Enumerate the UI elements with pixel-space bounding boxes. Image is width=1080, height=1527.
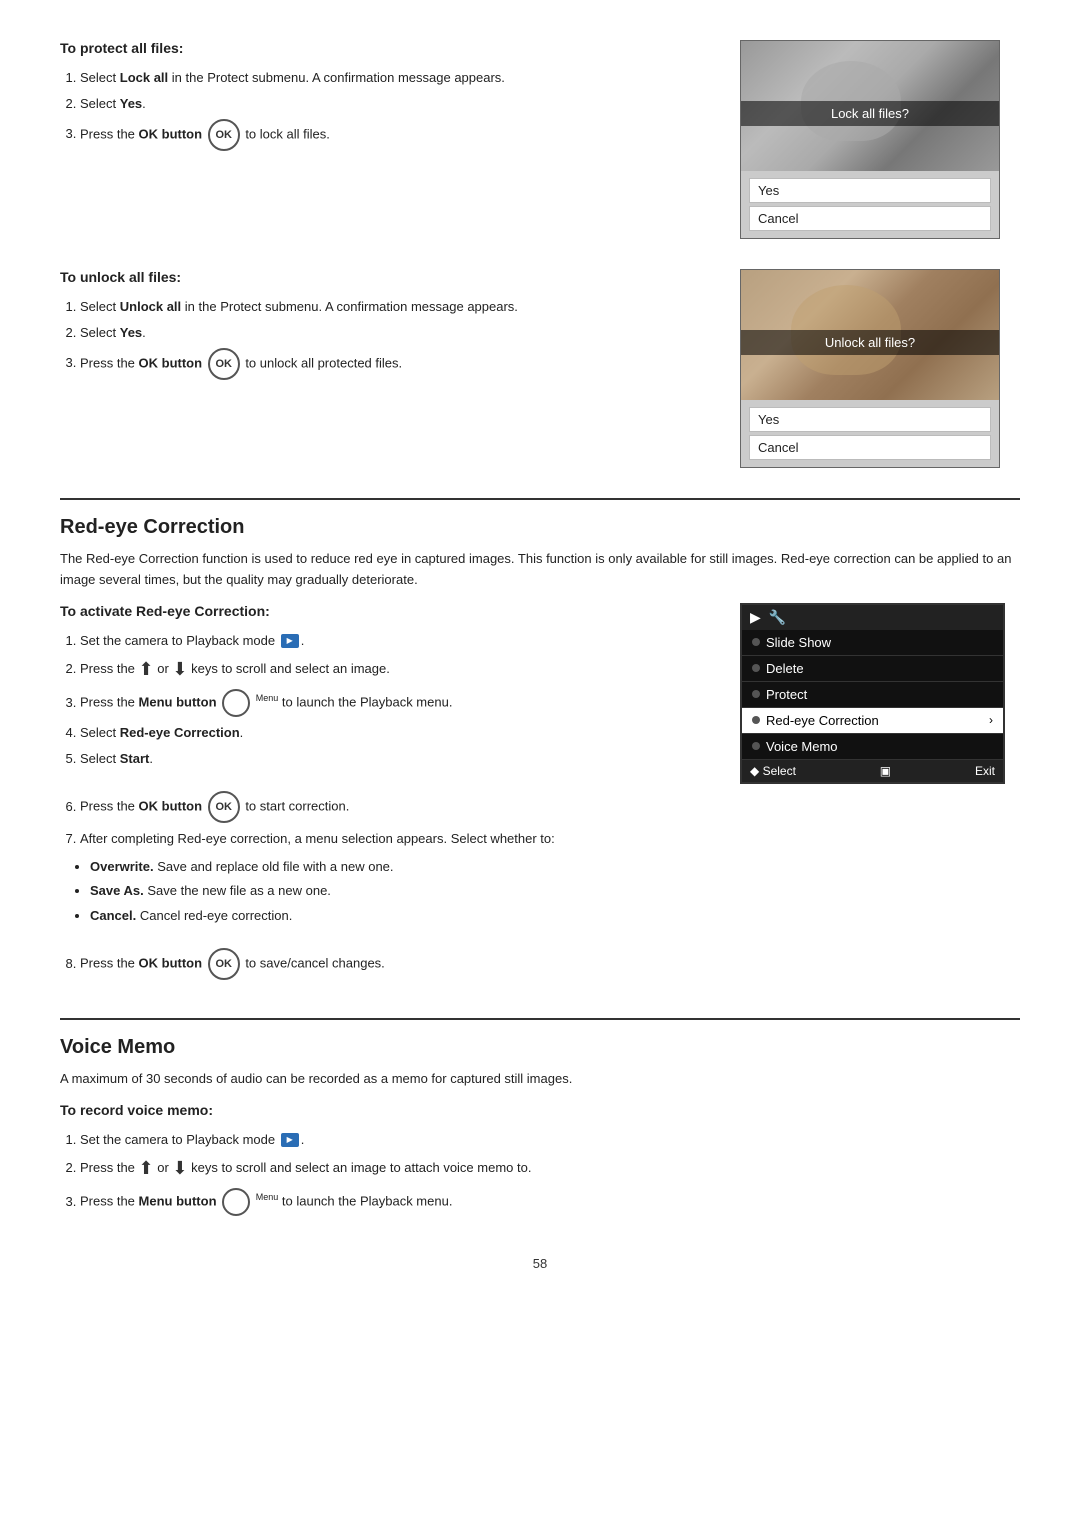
select-label: ◆ Select [750,764,796,778]
menu-item-slideshow-label: Slide Show [766,635,831,650]
ok-button-icon-4: OK [208,948,240,980]
red-eye-step-5: Select Start. [80,749,710,769]
red-eye-bullet-1: Overwrite. Save and replace old file wit… [90,857,710,877]
protect-text-col: To protect all files: Select Lock all in… [60,40,710,239]
unlock-dialog-title: Unlock all files? [741,330,999,355]
red-eye-step-2: Press the ⬆ or ⬇ keys to scroll and sele… [80,656,710,683]
menu-bullet-3 [752,690,760,698]
red-eye-step-6: Press the OK button OK to start correcti… [80,791,710,823]
unlock-yes-btn: Yes [749,407,991,432]
red-eye-main-heading: Red-eye Correction [60,498,1020,539]
menu-button-icon-2 [222,1188,250,1216]
red-eye-step-8: Press the OK button OK to save/cancel ch… [80,948,710,980]
menu-bullet-4 [752,716,760,724]
menu-item-delete-label: Delete [766,661,804,676]
red-eye-steps-list-3: Press the OK button OK to save/cancel ch… [60,948,710,980]
cat-photo-1: Lock all files? [741,41,999,171]
red-eye-sub-heading: To activate Red-eye Correction: [60,603,710,619]
voice-memo-step-2: Press the ⬆ or ⬇ keys to scroll and sele… [80,1155,1020,1182]
red-eye-steps-list-2: Press the OK button OK to start correcti… [60,791,710,849]
menu-item-protect-label: Protect [766,687,807,702]
playback-mode-icon-1 [281,634,299,648]
menu-item-delete: Delete [742,656,1003,682]
unlock-steps-list: Select Unlock all in the Protect submenu… [60,297,710,380]
unlock-step-1: Select Unlock all in the Protect submenu… [80,297,710,317]
ok-button-icon-1: OK [208,119,240,151]
voice-memo-heading: Voice Memo [60,1018,1020,1059]
lock-yes-btn: Yes [749,178,991,203]
unlock-text-col: To unlock all files: Select Unlock all i… [60,269,710,468]
voice-memo-description: A maximum of 30 seconds of audio can be … [60,1069,1020,1090]
red-eye-bullets: Overwrite. Save and replace old file wit… [60,857,710,926]
menu-label-1: Menu [256,693,279,703]
playback-triangle-icon: ▶ [750,609,761,626]
unlock-all-section: To unlock all files: Select Unlock all i… [60,269,1020,468]
lock-dialog-screenshot: Lock all files? Yes Cancel [740,40,1000,239]
menu-bottom-bar: ◆ Select ▣ Exit [742,760,1003,782]
menu-bullet-2 [752,664,760,672]
down-arrow-icon: ⬇ [172,656,187,683]
voice-memo-step-3: Press the Menu button Menu to launch the… [80,1188,1020,1216]
unlock-cancel-btn: Cancel [749,435,991,460]
scroll-wheel-icon-2: ⬆ [139,1155,154,1182]
page-number: 58 [60,1256,1020,1271]
page-content: To protect all files: Select Lock all in… [60,40,1020,1271]
voice-memo-sub-heading: To record voice memo: [60,1102,1020,1118]
menu-bullet-5 [752,742,760,750]
red-eye-description: The Red-eye Correction function is used … [60,549,1020,591]
red-eye-bullet-3: Cancel. Cancel red-eye correction. [90,906,710,926]
unlock-step-3: Press the OK button OK to unlock all pro… [80,348,710,380]
down-arrow-icon-2: ⬇ [172,1155,187,1182]
voice-memo-step-1: Set the camera to Playback mode . [80,1130,1020,1150]
arrow-icon: › [989,713,993,727]
menu-item-protect: Protect [742,682,1003,708]
menu-item-redeye-label: Red-eye Correction [766,713,879,728]
menu-item-voicememo: Voice Memo [742,734,1003,760]
protect-steps-list: Select Lock all in the Protect submenu. … [60,68,710,151]
ok-button-icon-3: OK [208,791,240,823]
wrench-icon: 🔧 [769,609,786,626]
playback-mode-icon-2 [281,1133,299,1147]
red-eye-bullet-2: Save As. Save the new file as a new one. [90,881,710,901]
protect-all-section: To protect all files: Select Lock all in… [60,40,1020,239]
unlock-heading: To unlock all files: [60,269,710,285]
unlock-dialog-buttons: Yes Cancel [741,400,999,467]
lock-dialog-title: Lock all files? [741,101,999,126]
ok-button-icon-2: OK [208,348,240,380]
red-eye-text-col: To activate Red-eye Correction: Set the … [60,603,710,989]
protect-step-1: Select Lock all in the Protect submenu. … [80,68,710,88]
protect-step-3: Press the OK button OK to lock all files… [80,119,710,151]
menu-top-bar: ▶ 🔧 [742,605,1003,630]
playback-menu-screenshot: ▶ 🔧 Slide Show Delete Protect Red [740,603,1005,784]
unlock-image-col: Unlock all files? Yes Cancel [740,269,1020,468]
red-eye-step-7: After completing Red-eye correction, a m… [80,829,710,849]
red-eye-image-col: ▶ 🔧 Slide Show Delete Protect Red [740,603,1020,989]
protect-image-col: Lock all files? Yes Cancel [740,40,1020,239]
red-eye-step-4: Select Red-eye Correction. [80,723,710,743]
scroll-wheel-icon: ⬆ [139,656,154,683]
cat-photo-2: Unlock all files? [741,270,999,400]
menu-label-2: Menu [256,1193,279,1203]
menu-icon-bottom: ▣ [880,764,891,778]
lock-dialog-buttons: Yes Cancel [741,171,999,238]
voice-memo-steps-list: Set the camera to Playback mode . Press … [60,1130,1020,1217]
red-eye-steps-list: Set the camera to Playback mode . Press … [60,631,710,769]
voice-memo-section: Voice Memo A maximum of 30 seconds of au… [60,1018,1020,1216]
menu-item-slideshow: Slide Show [742,630,1003,656]
menu-bullet-1 [752,638,760,646]
red-eye-section: To activate Red-eye Correction: Set the … [60,603,1020,989]
protect-step-2: Select Yes. [80,94,710,114]
lock-cancel-btn: Cancel [749,206,991,231]
menu-item-redeye: Red-eye Correction › [742,708,1003,734]
exit-label: Exit [975,764,995,778]
red-eye-step-3: Press the Menu button Menu to launch the… [80,689,710,717]
unlock-step-2: Select Yes. [80,323,710,343]
unlock-dialog-screenshot: Unlock all files? Yes Cancel [740,269,1000,468]
menu-item-voicememo-label: Voice Memo [766,739,838,754]
protect-heading: To protect all files: [60,40,710,56]
menu-button-icon-1 [222,689,250,717]
red-eye-step-1: Set the camera to Playback mode . [80,631,710,651]
